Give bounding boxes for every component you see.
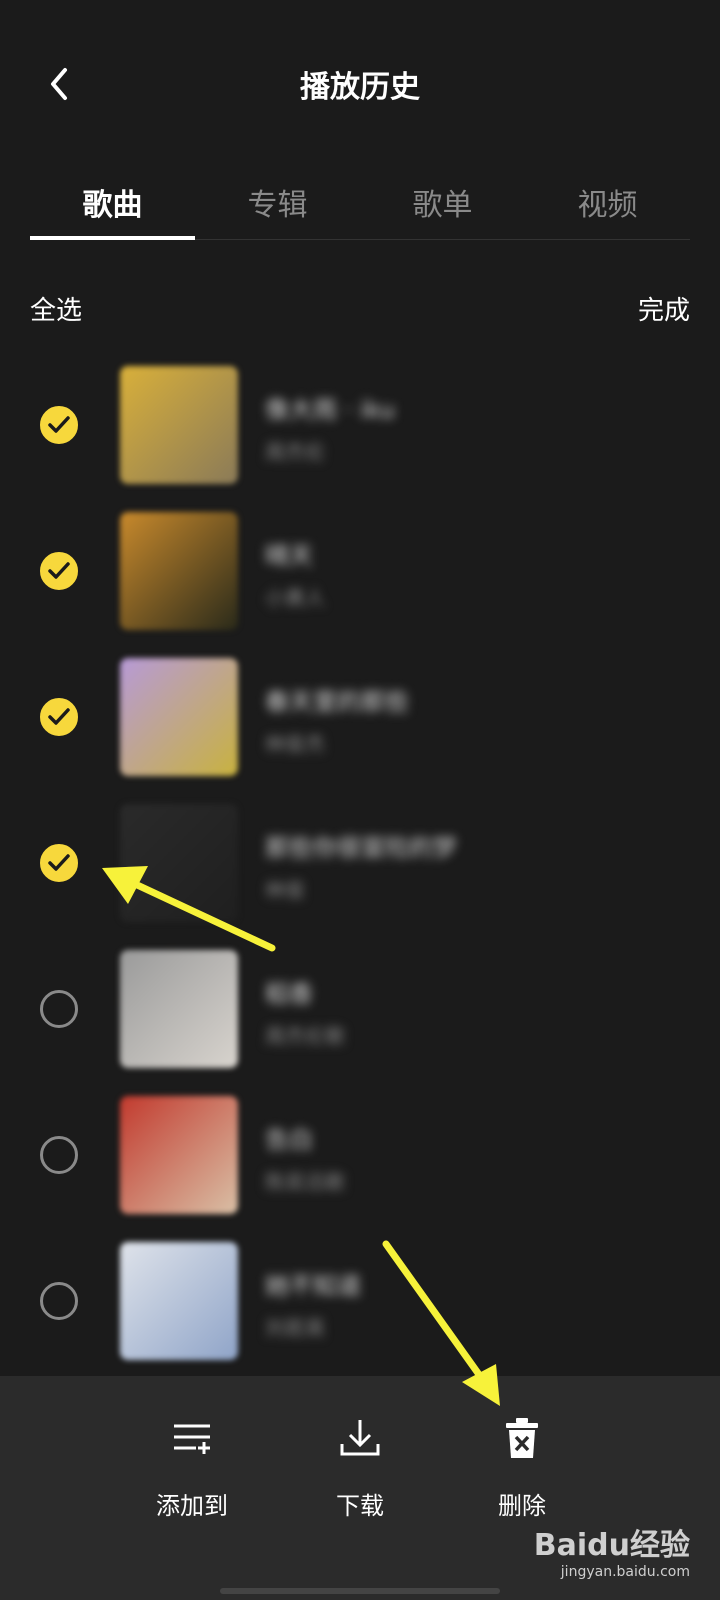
song-row[interactable]: 晴天 小黄人 [0,512,720,658]
tab-bar: 歌曲 专辑 歌单 视频 [30,170,690,240]
delete-button[interactable]: 删除 [462,1416,582,1521]
selection-bar: 全选 完成 [30,290,690,330]
song-artist: 刘若英 [265,1316,325,1340]
watermark-url: jingyan.baidu.com [560,1564,690,1580]
song-artist: 小黄人 [265,586,325,610]
song-row[interactable]: 告白 陈奕迅歌 [0,1096,720,1242]
checked-checkbox-icon[interactable] [40,844,78,882]
add-to-label: 添加到 [156,1492,228,1520]
add-to-playlist-icon [174,1424,210,1454]
tab-songs[interactable]: 歌曲 [30,180,195,224]
done-button[interactable]: 完成 [638,290,690,327]
unchecked-checkbox-icon[interactable] [40,1136,78,1174]
song-row[interactable]: 春天里的那些 林俊杰 [0,658,720,804]
bottom-action-bar: 添加到 下载 删除 Baidu经验 jingyan.baidu.com [0,1376,720,1600]
song-title: 春天里的那些 [265,688,409,716]
checked-checkbox-icon[interactable] [40,552,78,590]
unchecked-checkbox-icon[interactable] [40,990,78,1028]
active-tab-indicator [30,236,195,240]
song-title: 稻香 [265,980,313,1008]
tab-videos[interactable]: 视频 [525,180,690,224]
song-title: 像大雨 · iku [265,396,395,424]
select-all-button[interactable]: 全选 [30,290,82,327]
trash-icon [506,1418,538,1458]
song-row[interactable]: 那些你很冒险的梦林俊 [0,804,720,950]
tab-albums[interactable]: 专辑 [195,180,360,224]
song-artist: 林俊杰 [265,732,325,756]
album-cover [120,950,238,1068]
song-row[interactable]: 她不知道 刘若英 [0,1242,720,1388]
song-row[interactable]: 像大雨 · iku 周杰伦 [0,366,720,512]
song-title: 告白 [265,1126,313,1154]
header: 播放历史 [0,0,720,170]
download-button[interactable]: 下载 [300,1416,420,1521]
download-label: 下载 [336,1492,384,1520]
song-title: 晴天 [265,542,313,570]
song-title: 她不知道 [265,1272,361,1300]
song-artist: 陈奕迅歌 [265,1170,345,1194]
delete-label: 删除 [498,1492,546,1520]
album-cover [120,512,238,630]
download-icon [340,1420,380,1456]
page-title: 播放历史 [300,70,420,105]
album-cover [120,804,238,922]
checked-checkbox-icon[interactable] [40,698,78,736]
album-cover [120,1096,238,1214]
song-artist: 林俊 [265,878,305,902]
checked-checkbox-icon[interactable] [40,406,78,444]
album-cover [120,658,238,776]
album-cover [120,1242,238,1360]
song-title: 那些你很冒险的梦 [265,834,457,862]
add-to-button[interactable]: 添加到 [132,1416,252,1521]
song-row[interactable]: 稻香 周杰伦歌 [0,950,720,1096]
song-list: 像大雨 · iku 周杰伦 晴天 小黄人 春天里的那些 林俊杰 那些你很冒险的梦 林俊 稻香 周杰… [0,366,720,1388]
baidu-watermark: Baidu经验 jingyan.baidu.com [534,1520,690,1580]
song-artist: 周杰伦 [265,440,325,464]
watermark-brand: Baidu经验 [533,1528,690,1563]
album-cover [120,366,238,484]
unchecked-checkbox-icon[interactable] [40,1282,78,1320]
home-indicator [220,1588,500,1594]
tab-playlists[interactable]: 歌单 [360,180,525,224]
song-artist: 周杰伦歌 [265,1024,345,1048]
